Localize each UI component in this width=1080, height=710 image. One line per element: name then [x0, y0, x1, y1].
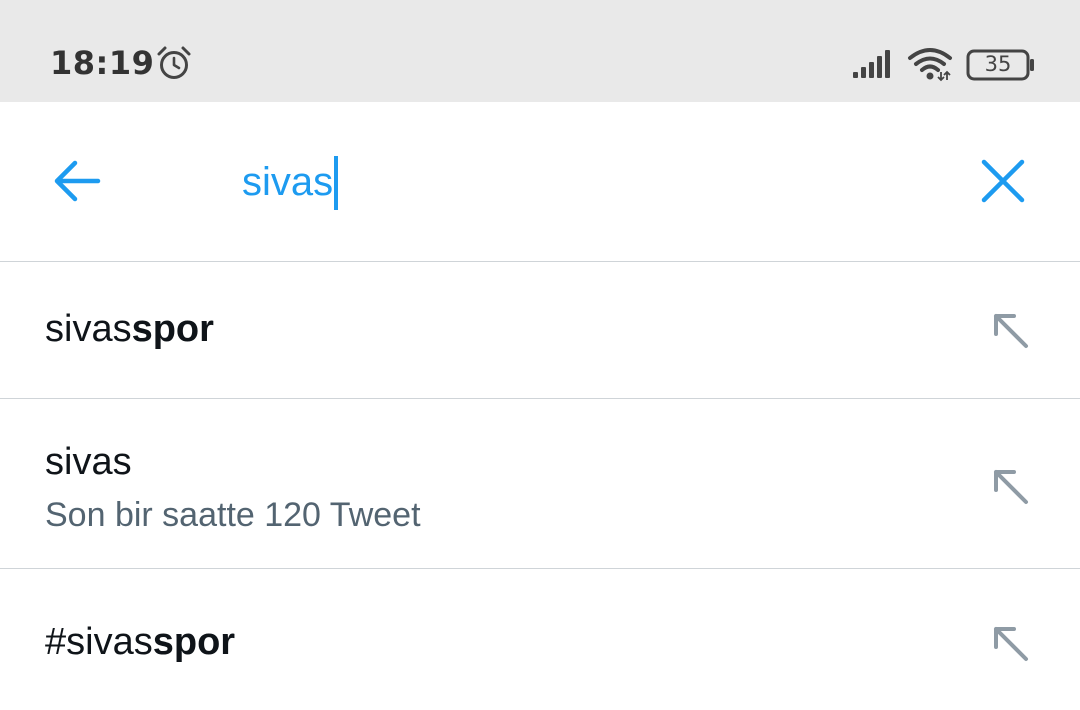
- suggestion-text: sivas: [45, 441, 132, 484]
- arrow-up-left-icon[interactable]: [988, 464, 1032, 508]
- close-icon[interactable]: [974, 152, 1032, 210]
- suggestion-completion: spor: [152, 621, 236, 663]
- wifi-icon: [908, 48, 952, 82]
- suggestion-text: #sivasspor: [45, 621, 235, 664]
- arrow-up-left-icon[interactable]: [988, 621, 1032, 665]
- suggestion-subtitle: Son bir saatte 120 Tweet: [45, 496, 421, 534]
- signal-icon: [853, 50, 890, 78]
- status-time: 18:19: [50, 44, 155, 82]
- suggestion-item[interactable]: #sivasspor: [0, 569, 1080, 710]
- search-header: sivas: [0, 102, 1080, 262]
- text-caret: [334, 156, 339, 210]
- arrow-up-left-icon[interactable]: [988, 308, 1032, 352]
- suggestion-text: sivasspor: [45, 308, 214, 351]
- status-bar: 18:19 35: [0, 0, 1080, 102]
- suggestion-completion: spor: [131, 308, 214, 350]
- suggestion-prefix: sivas: [45, 308, 132, 350]
- back-arrow-icon[interactable]: [48, 152, 106, 210]
- battery-level: 35: [984, 52, 1012, 76]
- search-query: sivas: [242, 160, 334, 204]
- suggestion-prefix: #sivas: [45, 621, 153, 663]
- suggestion-item[interactable]: sivasspor: [0, 262, 1080, 399]
- suggestion-item[interactable]: sivas Son bir saatte 120 Tweet: [0, 399, 1080, 569]
- alarm-icon: [157, 46, 191, 79]
- search-input[interactable]: sivas: [242, 156, 339, 210]
- suggestion-prefix: sivas: [45, 441, 132, 483]
